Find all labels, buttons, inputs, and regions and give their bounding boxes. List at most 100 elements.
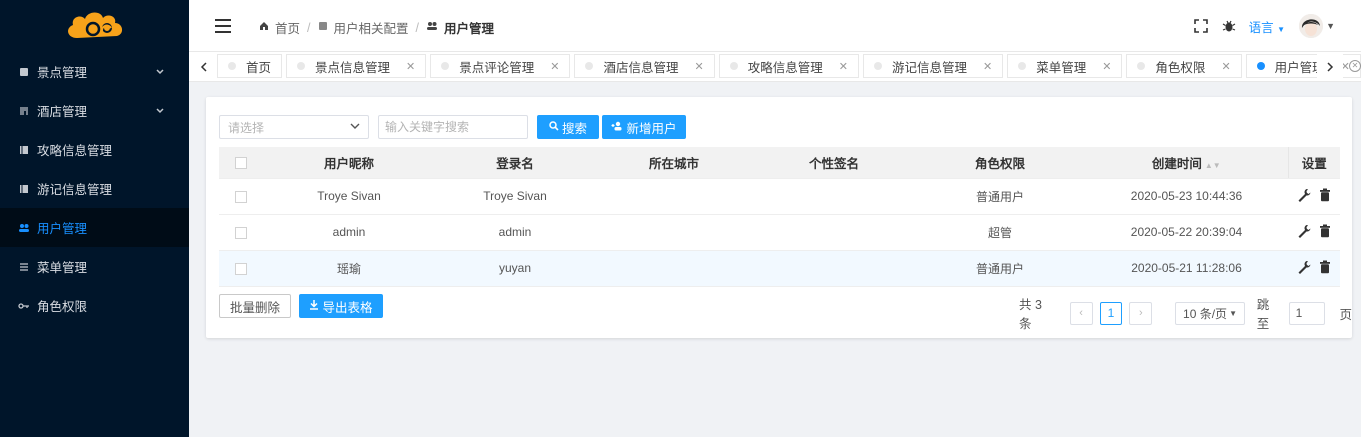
tab-label: 菜单管理 <box>1036 60 1087 75</box>
sort-icon[interactable]: ▲▼ <box>1205 161 1221 170</box>
edit-wrench-icon[interactable] <box>1297 188 1311 202</box>
row-checkbox[interactable] <box>235 190 247 203</box>
breadcrumb-user-config[interactable]: 用户相关配置 <box>334 18 409 37</box>
chevron-down-icon <box>155 66 165 80</box>
chevron-down-icon <box>350 121 360 133</box>
tab-dot-icon <box>228 62 236 70</box>
users-icon <box>18 222 30 234</box>
cell-signature <box>753 178 915 215</box>
sidebar-item-label: 景点管理 <box>37 66 88 80</box>
tabs-scroll-left-icon[interactable] <box>191 52 217 81</box>
search-icon <box>549 120 559 134</box>
tab-dot-icon <box>729 62 738 70</box>
tab-scenic-info[interactable]: 景点信息管理 ✕ <box>286 54 427 78</box>
delete-trash-icon[interactable] <box>1319 260 1331 274</box>
tab-guides[interactable]: 攻略信息管理 ✕ <box>718 54 859 78</box>
fullscreen-icon[interactable] <box>1193 18 1209 34</box>
language-switcher[interactable]: 语言 ▼ <box>1249 17 1285 36</box>
cell-signature <box>753 214 915 251</box>
add-user-icon <box>611 121 623 134</box>
tab-label: 角色权限 <box>1155 60 1206 75</box>
close-icon[interactable]: ✕ <box>550 60 559 73</box>
table-header-row: 用户昵称 登录名 所在城市 个性签名 角色权限 创建时间 ▲▼ 设置 <box>219 147 1340 179</box>
square-icon <box>318 21 328 34</box>
caret-down-icon[interactable]: ▼ <box>1326 21 1335 31</box>
jump-label: 跳至 <box>1256 298 1270 331</box>
next-page-icon[interactable]: › <box>1129 301 1153 325</box>
tab-home[interactable]: 首页 <box>217 54 283 78</box>
user-table-card: 请选择 搜索 新增用户 用户昵称 登录名 <box>206 97 1352 338</box>
cell-login: admin <box>435 214 595 251</box>
delete-trash-icon[interactable] <box>1319 224 1331 238</box>
add-user-button[interactable]: 新增用户 <box>602 115 686 139</box>
sidebar-item-label: 菜单管理 <box>37 261 88 275</box>
row-checkbox[interactable] <box>235 226 247 239</box>
sidebar-item-users[interactable]: 用户管理 <box>0 208 189 247</box>
chevron-down-icon: ▼ <box>1229 308 1237 318</box>
tab-menus[interactable]: 菜单管理 ✕ <box>1007 54 1123 78</box>
column-header: 用户昵称 <box>263 147 435 179</box>
sidebar-item-menus[interactable]: 菜单管理 <box>0 247 189 286</box>
sidebar-item-roles[interactable]: 角色权限 <box>0 286 189 325</box>
sidebar-item-label: 游记信息管理 <box>37 183 113 197</box>
cell-login: yuyan <box>435 250 595 287</box>
select-all-checkbox[interactable] <box>235 156 247 169</box>
batch-delete-button[interactable]: 批量删除 <box>219 294 291 318</box>
sidebar-item-label: 角色权限 <box>37 300 88 314</box>
tab-users[interactable]: 用户管理 ✕ <box>1245 54 1361 78</box>
bug-icon[interactable] <box>1221 18 1237 34</box>
language-label: 语言 <box>1248 20 1274 35</box>
tab-dot-icon <box>297 62 306 70</box>
sidebar-item-guides[interactable]: 攻略信息管理 <box>0 130 189 169</box>
page-size-select[interactable]: 10 条/页 ▼ <box>1175 301 1245 325</box>
logo <box>0 0 189 52</box>
tab-label: 攻略信息管理 <box>747 60 823 75</box>
tab-dot-icon <box>1018 62 1027 70</box>
sidebar-item-hotel[interactable]: 酒店管理 <box>0 91 189 130</box>
page-number[interactable]: 1 <box>1099 301 1123 325</box>
edit-wrench-icon[interactable] <box>1297 260 1311 274</box>
tab-travelogs[interactable]: 游记信息管理 ✕ <box>862 54 1004 78</box>
close-icon[interactable]: ✕ <box>406 60 415 73</box>
tab-scenic-comments[interactable]: 景点评论管理 ✕ <box>430 54 571 78</box>
jump-page-input[interactable]: 1 <box>1288 301 1326 325</box>
row-checkbox[interactable] <box>235 262 247 275</box>
tab-dot-icon <box>585 62 594 70</box>
close-icon[interactable]: ✕ <box>695 60 704 73</box>
row-select-cell <box>219 178 263 215</box>
column-header-created[interactable]: 创建时间 ▲▼ <box>1085 147 1288 179</box>
breadcrumb-home[interactable]: 首页 <box>275 18 300 37</box>
sidebar-item-scenic[interactable]: 景点管理 <box>0 52 189 91</box>
edit-wrench-icon[interactable] <box>1297 224 1311 238</box>
close-icon[interactable]: ✕ <box>1102 60 1111 73</box>
tab-hotel-info[interactable]: 酒店信息管理 ✕ <box>574 54 715 78</box>
key-icon <box>18 300 30 312</box>
total-count: 共 3 条 <box>1019 298 1042 331</box>
hamburger-menu-icon[interactable] <box>215 19 231 33</box>
close-all-tabs-icon[interactable]: ✕ <box>1349 60 1361 72</box>
prev-page-icon[interactable]: ‹ <box>1069 301 1093 325</box>
tab-roles[interactable]: 角色权限 ✕ <box>1126 54 1242 78</box>
export-table-button[interactable]: 导出表格 <box>299 294 383 318</box>
user-table: 用户昵称 登录名 所在城市 个性签名 角色权限 创建时间 ▲▼ 设置 Troye … <box>219 147 1340 287</box>
avatar[interactable] <box>1299 14 1324 38</box>
table-row: Troye Sivan Troye Sivan 普通用户 2020-05-23 … <box>219 178 1340 215</box>
cutlery-icon <box>18 105 30 117</box>
table-footer-actions: 批量删除 导出表格 <box>219 294 383 318</box>
page-size-label: 10 条/页 <box>1183 306 1228 321</box>
filter-select[interactable]: 请选择 <box>219 115 369 139</box>
tabs-scroll-right-icon[interactable] <box>1317 52 1343 81</box>
search-button[interactable]: 搜索 <box>537 115 599 139</box>
cell-role: 普通用户 <box>915 178 1085 215</box>
sidebar-item-travelogs[interactable]: 游记信息管理 <box>0 169 189 208</box>
delete-trash-icon[interactable] <box>1319 188 1331 202</box>
users-icon <box>426 21 438 34</box>
close-icon[interactable]: ✕ <box>983 60 992 73</box>
cell-actions <box>1288 214 1340 251</box>
close-icon[interactable]: ✕ <box>839 60 848 73</box>
search-input[interactable] <box>378 115 528 139</box>
cell-signature <box>753 250 915 287</box>
cell-role: 超管 <box>915 214 1085 251</box>
close-icon[interactable]: ✕ <box>1221 60 1230 73</box>
tab-label: 首页 <box>246 60 272 75</box>
